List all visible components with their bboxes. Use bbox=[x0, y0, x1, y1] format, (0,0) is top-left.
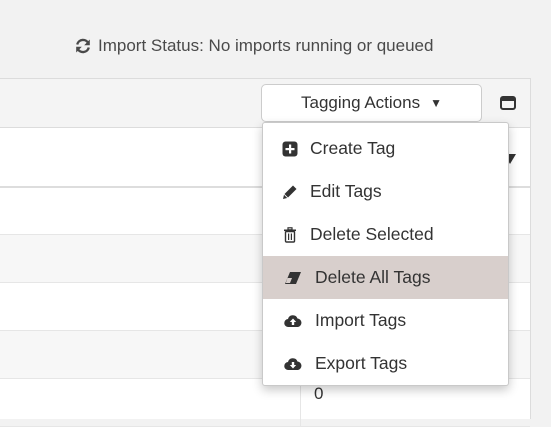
table-cell: 0 bbox=[314, 384, 324, 403]
menu-item-create-tag[interactable]: Create Tag bbox=[263, 127, 508, 170]
import-status: Import Status: No imports running or que… bbox=[74, 36, 433, 56]
eraser-icon bbox=[284, 269, 302, 287]
menu-item-label: Delete All Tags bbox=[315, 267, 431, 287]
table-row[interactable]: 0 bbox=[0, 379, 530, 427]
menu-item-import-tags[interactable]: Import Tags bbox=[263, 299, 508, 342]
menu-item-edit-tags[interactable]: Edit Tags bbox=[263, 170, 508, 213]
menu-item-label: Export Tags bbox=[315, 353, 408, 373]
caret-down-icon: ▼ bbox=[430, 96, 442, 110]
tagging-actions-menu: Create Tag Edit Tags Delete Selected Del… bbox=[262, 122, 509, 386]
column-divider bbox=[300, 379, 301, 426]
panel-toolbar: Tagging Actions ▼ bbox=[0, 79, 530, 128]
column-toggle-icon[interactable] bbox=[497, 91, 519, 115]
import-status-text: Import Status: No imports running or que… bbox=[98, 36, 434, 55]
menu-item-delete-all-tags[interactable]: Delete All Tags bbox=[263, 256, 508, 299]
menu-item-label: Create Tag bbox=[310, 138, 396, 158]
menu-item-label: Import Tags bbox=[315, 310, 407, 330]
menu-item-delete-selected[interactable]: Delete Selected bbox=[263, 213, 508, 256]
tagging-actions-button[interactable]: Tagging Actions ▼ bbox=[261, 84, 482, 122]
status-bar: Import Status: No imports running or que… bbox=[0, 0, 551, 80]
refresh-icon bbox=[74, 37, 92, 55]
tagging-actions-label: Tagging Actions bbox=[301, 93, 421, 112]
pencil-icon bbox=[281, 183, 299, 201]
menu-item-export-tags[interactable]: Export Tags bbox=[263, 342, 508, 385]
plus-square-icon bbox=[281, 140, 299, 158]
menu-item-label: Edit Tags bbox=[310, 181, 382, 201]
cloud-upload-icon bbox=[284, 312, 302, 330]
cloud-download-icon bbox=[284, 355, 302, 373]
trash-icon bbox=[281, 226, 299, 244]
menu-item-label: Delete Selected bbox=[310, 224, 434, 244]
